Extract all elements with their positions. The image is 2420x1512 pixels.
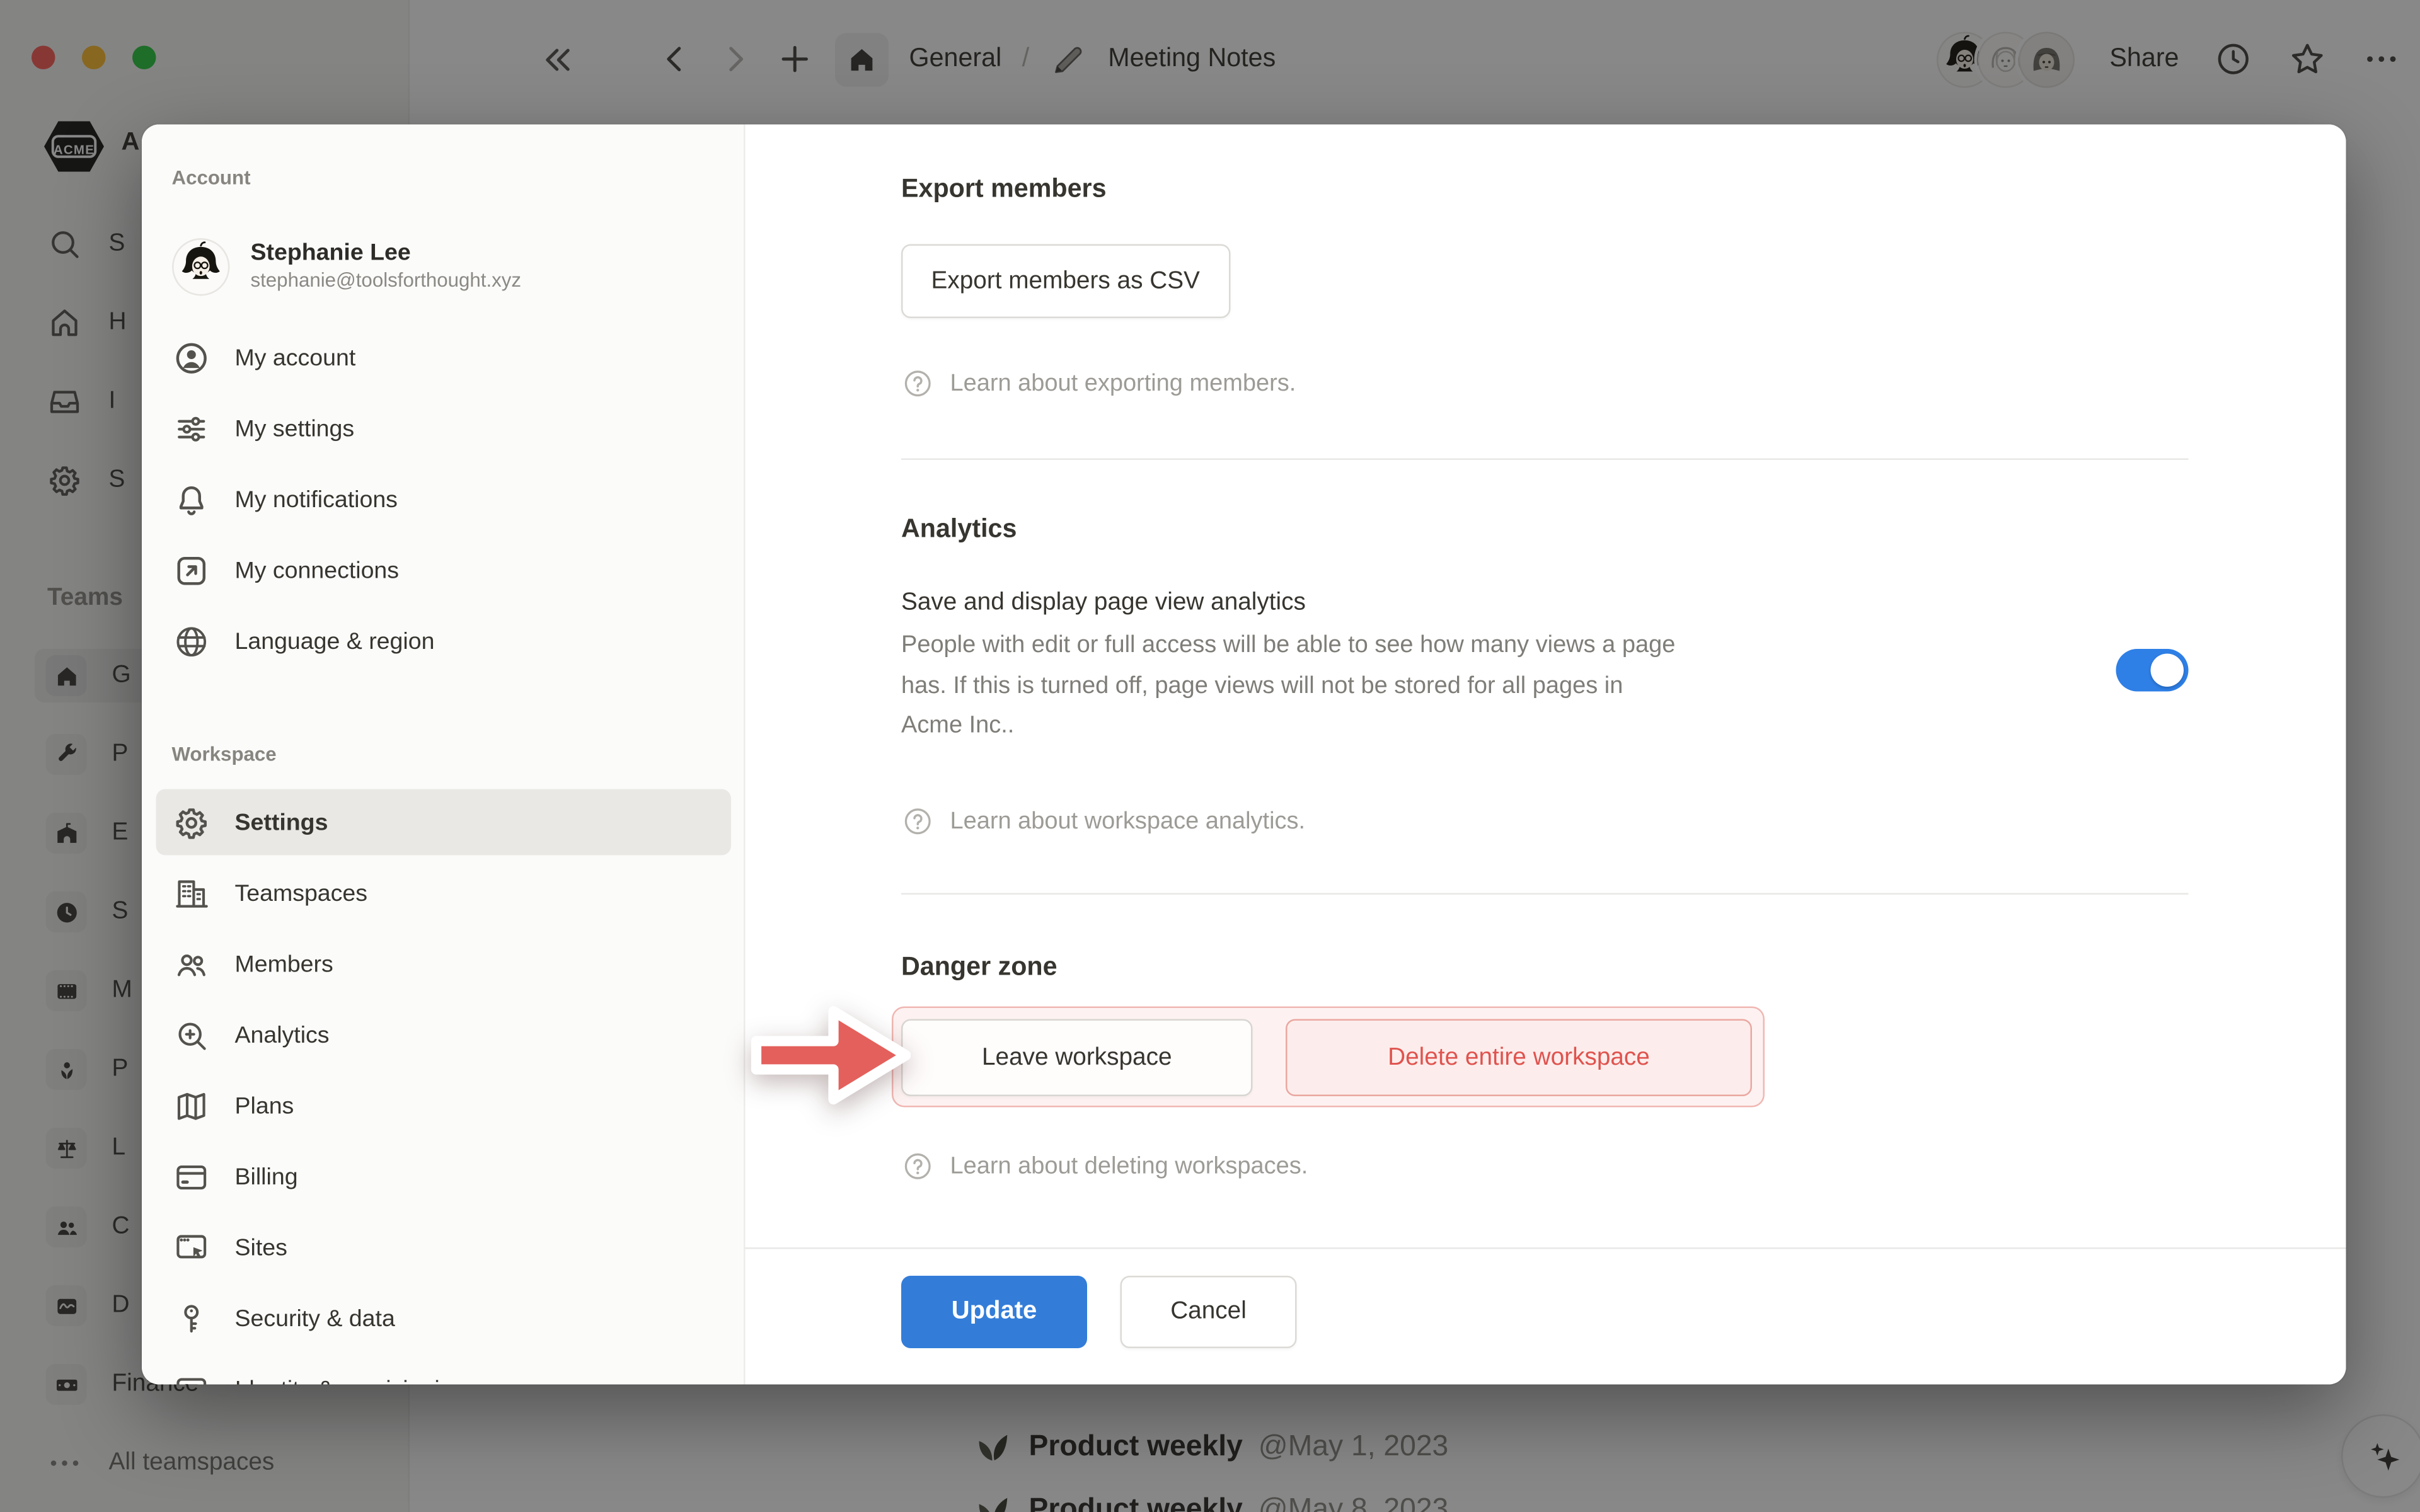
key-icon — [172, 1298, 212, 1338]
building-icon — [172, 873, 212, 913]
browser-cursor-icon — [172, 1228, 212, 1268]
profile-row[interactable]: Stephanie Lee stephanie@toolsforthought.… — [172, 232, 522, 301]
settings-menu-item[interactable]: Plans — [156, 1073, 732, 1139]
profile-avatar — [172, 237, 231, 295]
divider — [901, 459, 2189, 461]
settings-menu-item[interactable]: Members — [156, 931, 732, 997]
screen: ACME A S H — [0, 0, 2420, 1512]
analytics-description: People with edit or full access will be … — [901, 626, 1675, 746]
settings-menu-item[interactable]: Settings — [156, 789, 732, 856]
arrow-up-right-square-icon — [172, 551, 212, 590]
leave-workspace-button[interactable]: Leave workspace — [901, 1019, 1253, 1097]
analytics-title: Analytics — [901, 515, 1017, 546]
analytics-toggle[interactable] — [2116, 649, 2189, 692]
settings-menu-item[interactable]: My account — [156, 324, 732, 391]
help-link-exporting[interactable]: Learn about exporting members. — [901, 365, 1296, 400]
settings-menu-item[interactable]: Teamspaces — [156, 860, 732, 926]
globe-icon — [172, 621, 212, 661]
delete-workspace-button[interactable]: Delete entire workspace — [1286, 1019, 1752, 1097]
analytics-setting-title: Save and display page view analytics — [901, 589, 1306, 617]
settings-sidebar: Account Stephanie Lee stephanie@toolsfor… — [142, 125, 746, 1385]
bell-icon — [172, 479, 212, 519]
settings-menu-item[interactable]: Language & region — [156, 608, 732, 674]
gear-icon — [172, 803, 212, 842]
settings-menu-item[interactable]: My connections — [156, 537, 732, 604]
cancel-button[interactable]: Cancel — [1121, 1276, 1297, 1348]
question-circle-icon — [901, 804, 935, 837]
profile-email: stephanie@toolsforthought.xyz — [251, 268, 522, 293]
question-circle-icon — [901, 366, 935, 399]
account-section-label: Account — [172, 167, 251, 189]
settings-menu-item[interactable]: My settings — [156, 396, 732, 462]
id-card-icon — [172, 1370, 212, 1385]
danger-zone-title: Danger zone — [901, 953, 1057, 983]
profile-name: Stephanie Lee — [251, 239, 522, 268]
person-circle-icon — [172, 338, 212, 377]
people-icon — [172, 944, 212, 984]
settings-menu-item[interactable]: Sites — [156, 1215, 732, 1281]
settings-menu-item[interactable]: Billing — [156, 1143, 732, 1210]
update-button[interactable]: Update — [901, 1276, 1087, 1348]
workspace-section-label: Workspace — [172, 743, 277, 765]
map-icon — [172, 1086, 212, 1126]
footer-divider — [746, 1247, 2346, 1249]
settings-menu-item[interactable]: Analytics — [156, 1002, 732, 1068]
export-members-title: Export members — [901, 175, 1107, 205]
annotation-arrow — [750, 994, 911, 1117]
question-circle-icon — [901, 1149, 935, 1183]
help-link-analytics[interactable]: Learn about workspace analytics. — [901, 803, 1305, 838]
help-link-deleting[interactable]: Learn about deleting workspaces. — [901, 1148, 1308, 1183]
magnifier-plus-icon — [172, 1015, 212, 1055]
export-members-csv-button[interactable]: Export members as CSV — [901, 244, 1230, 319]
toggle-knob — [2151, 654, 2184, 687]
settings-menu-item[interactable]: Identity & provisioning — [156, 1356, 732, 1385]
divider — [901, 893, 2189, 895]
danger-zone-container: Leave workspace Delete entire workspace — [892, 1007, 1765, 1108]
settings-menu-item[interactable]: My notifications — [156, 466, 732, 532]
settings-content: Export members Export members as CSV Lea… — [746, 125, 2346, 1385]
sliders-icon — [172, 409, 212, 449]
credit-card-icon — [172, 1157, 212, 1196]
settings-menu-item[interactable]: Security & data — [156, 1285, 732, 1351]
settings-modal: Account Stephanie Lee stephanie@toolsfor… — [142, 125, 2346, 1385]
